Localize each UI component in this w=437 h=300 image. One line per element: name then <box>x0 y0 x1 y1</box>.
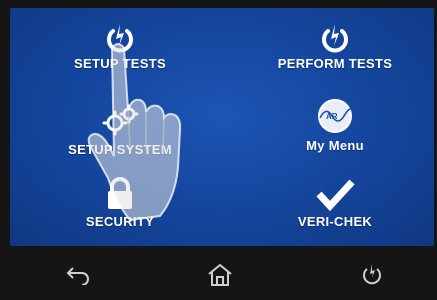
setup-system-label: SETUP SYSTEM <box>68 142 172 157</box>
security-label: SECURITY <box>85 214 155 229</box>
perform-tests-label: PERFORM TESTS <box>277 56 393 71</box>
my-menu-label: My Menu <box>306 138 364 153</box>
setup-system-button[interactable]: SETUP SYSTEM <box>30 104 210 157</box>
ar-wave-icon: AR <box>315 96 355 136</box>
checkmark-icon <box>315 176 355 212</box>
gears-icon <box>100 104 140 138</box>
home-button[interactable] <box>200 262 240 292</box>
power-icon <box>318 22 352 56</box>
security-button[interactable]: SECURITY <box>30 176 210 229</box>
veri-chek-label: VERI-CHEK <box>297 214 373 229</box>
home-icon <box>207 263 233 292</box>
back-button[interactable] <box>58 262 98 292</box>
svg-text:AR: AR <box>326 112 338 121</box>
perform-tests-button[interactable]: PERFORM TESTS <box>245 22 425 71</box>
my-menu-button[interactable]: AR My Menu <box>245 96 425 153</box>
navigation-bar <box>0 252 437 300</box>
lock-icon <box>103 176 137 212</box>
power-button[interactable] <box>352 262 392 292</box>
touch-screen: SETUP TESTS PERFORM TESTS SETUP SYSTEM A… <box>10 8 434 246</box>
power-icon <box>103 22 137 56</box>
back-arrow-icon <box>65 265 91 290</box>
setup-tests-button[interactable]: SETUP TESTS <box>30 22 210 71</box>
setup-tests-label: SETUP TESTS <box>74 56 166 71</box>
veri-chek-button[interactable]: VERI-CHEK <box>245 176 425 229</box>
power-icon <box>360 263 384 292</box>
